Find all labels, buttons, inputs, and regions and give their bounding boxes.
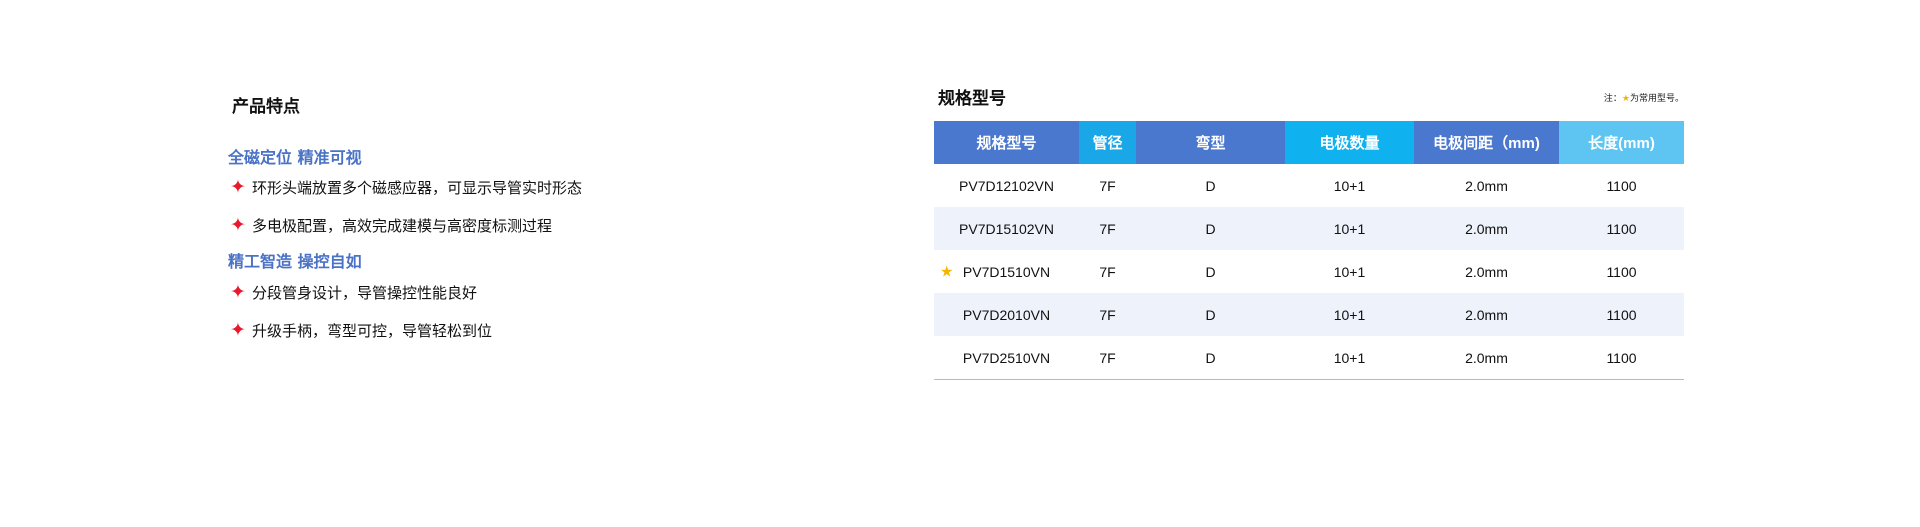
table-header-row: 规格型号 管径 弯型 电极数量 电极间距（mm) 长度(mm) xyxy=(934,121,1684,164)
column-header-diameter: 管径 xyxy=(1079,121,1136,164)
cell-model: PV7D15102VN xyxy=(934,207,1079,250)
cell-length: 1100 xyxy=(1606,177,1637,194)
features-title: 产品特点 xyxy=(232,97,300,117)
cell-diameter: 7F xyxy=(1079,336,1136,380)
cell-spacing: 2.0mm xyxy=(1465,177,1508,194)
cell-spacing: 2.0mm xyxy=(1465,263,1508,280)
cell-electrodes: 10+1 xyxy=(1285,207,1414,250)
feature-group-title-magnetic: 全磁定位 精准可视 xyxy=(228,148,362,167)
table-row: ★ PV7D1510VN 7F D 10+1 2.0mm 1100 xyxy=(934,250,1684,293)
cell-curve: D xyxy=(1136,293,1285,336)
cell-model: PV7D2510VN xyxy=(934,336,1079,380)
column-header-model: 规格型号 xyxy=(934,121,1079,164)
cell-curve: D xyxy=(1205,177,1216,194)
cell-diameter: 7F xyxy=(1079,207,1136,250)
table-row: PV7D2010VN 7F D 10+1 2.0mm 1100 xyxy=(934,293,1684,336)
cell-electrodes: 10+1 xyxy=(1285,336,1414,380)
cell-electrodes: 10+1 xyxy=(1333,263,1366,280)
feature-item: ✦ 多电极配置，高效完成建模与高密度标测过程 xyxy=(230,215,552,236)
four-point-star-icon: ✦ xyxy=(230,176,246,198)
cell-length: 1100 xyxy=(1559,207,1684,250)
note-prefix: 注： xyxy=(1603,94,1622,104)
cell-length: 1100 xyxy=(1606,263,1637,280)
feature-group-title-control: 精工智造 操控自如 xyxy=(228,252,362,271)
star-icon: ★ xyxy=(1621,94,1630,104)
cell-electrodes: 10+1 xyxy=(1285,293,1414,336)
feature-item-text: 多电极配置，高效完成建模与高密度标测过程 xyxy=(252,217,553,235)
cell-diameter: 7F xyxy=(1079,293,1136,336)
cell-model: PV7D12102VN xyxy=(959,177,1054,194)
table-row: PV7D12102VN 7F D 10+1 2.0mm 1100 xyxy=(934,164,1684,207)
four-point-star-icon: ✦ xyxy=(230,319,246,341)
cell-model: PV7D2010VN xyxy=(934,293,1079,336)
column-header-spacing: 电极间距（mm) xyxy=(1414,121,1559,164)
feature-item: ✦ 分段管身设计，导管操控性能良好 xyxy=(230,282,477,303)
spec-title: 规格型号 xyxy=(938,89,1006,109)
column-header-electrodes: 电极数量 xyxy=(1285,121,1414,164)
cell-curve: D xyxy=(1136,207,1285,250)
column-header-curve: 弯型 xyxy=(1136,121,1285,164)
feature-item-text: 环形头端放置多个磁感应器，可显示导管实时形态 xyxy=(252,179,583,197)
four-point-star-icon: ✦ xyxy=(230,281,246,303)
cell-model-common: ★ PV7D1510VN xyxy=(934,250,1079,293)
note-suffix: 为常用型号。 xyxy=(1629,94,1684,104)
feature-item-text: 升级手柄，弯型可控，导管轻松到位 xyxy=(252,322,493,340)
star-icon: ★ xyxy=(940,263,954,281)
cell-electrodes: 10+1 xyxy=(1333,177,1366,194)
cell-model-text: PV7D1510VN xyxy=(962,263,1051,280)
table-row: PV7D2510VN 7F D 10+1 2.0mm 1100 xyxy=(934,336,1684,380)
cell-length: 1100 xyxy=(1559,293,1684,336)
common-model-note: 注：★为常用型号。 xyxy=(1604,91,1684,104)
spec-table: 规格型号 管径 弯型 电极数量 电极间距（mm) 长度(mm) PV7D1210… xyxy=(934,121,1684,380)
feature-item: ✦ 升级手柄，弯型可控，导管轻松到位 xyxy=(230,320,492,341)
cell-curve: D xyxy=(1136,336,1285,380)
cell-diameter: 7F xyxy=(1099,177,1116,194)
cell-length: 1100 xyxy=(1559,336,1684,380)
cell-spacing: 2.0mm xyxy=(1414,336,1559,380)
column-header-length: 长度(mm) xyxy=(1559,121,1684,164)
feature-item: ✦ 环形头端放置多个磁感应器，可显示导管实时形态 xyxy=(230,177,582,198)
four-point-star-icon: ✦ xyxy=(230,214,246,236)
feature-item-text: 分段管身设计，导管操控性能良好 xyxy=(252,284,478,302)
table-row: PV7D15102VN 7F D 10+1 2.0mm 1100 xyxy=(934,207,1684,250)
cell-spacing: 2.0mm xyxy=(1414,207,1559,250)
cell-diameter: 7F xyxy=(1099,263,1116,280)
cell-curve: D xyxy=(1205,263,1216,280)
cell-spacing: 2.0mm xyxy=(1414,293,1559,336)
